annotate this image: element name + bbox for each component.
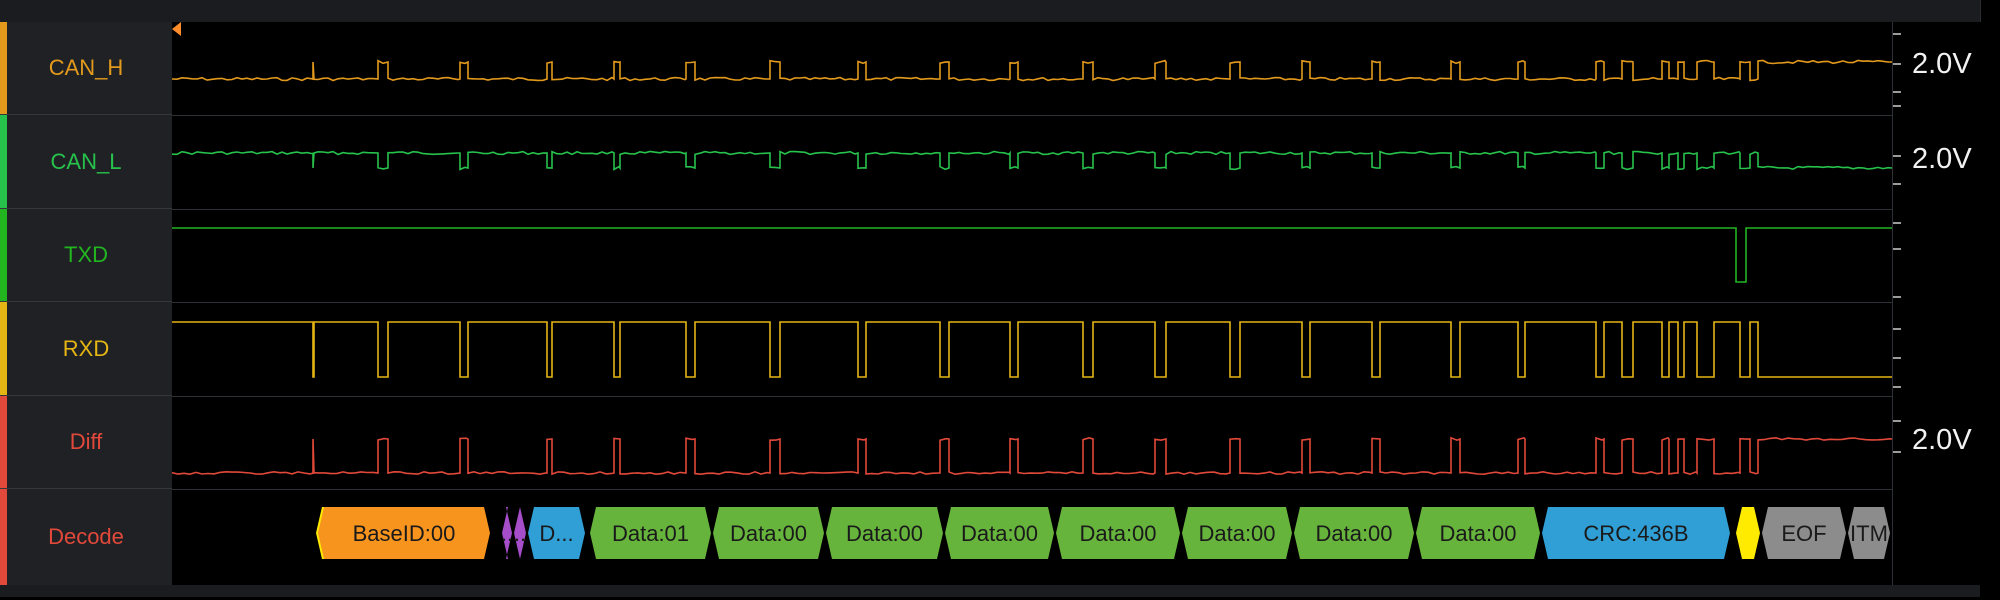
decode-segment-label: Data:01 [612,521,689,546]
diff-scale-label: 2.0V [1912,424,1972,456]
row-divider [172,396,1892,397]
row-divider [172,115,1892,116]
channel-color-stripe [0,22,7,114]
decode-frame-segment[interactable]: Data:00 [1056,507,1180,559]
waveform-plot[interactable]: BaseID:00.... D... Data:01 Data:00 Data:00 Da… [171,22,1893,585]
channel-label-rxd[interactable]: RXD [0,302,172,396]
channel-color-stripe [0,302,7,395]
decode-segment-label: Data:00 [961,521,1038,546]
channel-label-can-l[interactable]: CAN_L [0,115,172,209]
txd-waveform [172,227,1892,283]
channel-name: CAN_H [48,55,124,80]
channel-color-stripe [0,396,7,488]
decode-segment-label: CRC:436B [1583,521,1688,546]
decode-frame-segment[interactable]: Data:00 [826,507,943,559]
diff-trace [171,436,1893,476]
channel-name: RXD [62,335,110,361]
can-l-scale-label: 2.0V [1912,143,1972,175]
decode-segment-label: Data:00 [1315,521,1392,546]
channel-label-decode[interactable]: Decode [0,489,172,585]
decode-frame-segment[interactable]: D... [528,507,585,559]
can-l-trace [171,150,1893,171]
decode-segment-label: EOF [1781,521,1826,546]
rxd-waveform [172,321,1892,378]
decode-bus: BaseID:00.... D... Data:01 Data:00 Data:00 Da… [316,507,1890,559]
decode-segment-label: .. [514,521,526,546]
channel-color-stripe [0,489,7,585]
trigger-position-marker[interactable] [172,22,181,36]
decode-frame-segment[interactable]: Data:00 [713,507,824,559]
decode-frame-segment[interactable]: Data:00 [945,507,1054,559]
row-divider [172,209,1892,210]
row-divider [172,489,1892,490]
channel-label-diff[interactable]: Diff [0,396,172,489]
waveform-canvas[interactable]: BaseID:00.... D... Data:01 Data:00 Data:00 Da… [171,22,1893,585]
decode-frame-segment[interactable]: Data:01 [590,507,711,559]
decode-frame-segment[interactable]: ITM [1848,507,1890,559]
decode-frame-segment[interactable]: CRC:436B [1542,507,1730,559]
decode-segment-label: Data:00 [1198,521,1275,546]
decode-frame-segment[interactable]: Data:00 [1294,507,1414,559]
channel-color-stripe [0,209,7,301]
channel-label-column: CAN_H CAN_L TXD RXD Diff Decode [0,22,173,585]
channel-name: CAN_L [50,148,122,174]
can-h-waveform [171,59,1892,82]
channel-name: Decode [48,524,124,549]
bottom-frame [0,585,2000,600]
oscilloscope-view: CAN_H CAN_L TXD RXD Diff Decode BaseID:0… [0,0,2000,600]
decode-frame-segment[interactable] [1736,507,1760,559]
top-frame [0,0,2000,22]
channel-name: TXD [64,242,108,267]
channel-label-txd[interactable]: TXD [0,209,172,302]
txd-trace [172,227,1892,283]
scale-ticks [1893,33,1901,453]
decode-frame-segment[interactable]: BaseID:00 [318,507,490,559]
decode-segment-label: .. [501,521,513,546]
channel-area: CAN_H CAN_L TXD RXD Diff Decode BaseID:0… [0,22,2000,585]
channel-label-can-h[interactable]: CAN_H [0,22,172,115]
decode-segment-shape [1736,507,1760,559]
vertical-scale-column [1892,22,2000,585]
decode-frame-segment[interactable]: EOF [1762,507,1846,559]
decode-frame-segment[interactable]: Data:00 [1182,507,1292,559]
decode-segment-label: Data:00 [846,521,923,546]
decode-segment-label: D... [539,521,573,546]
decode-segment-label: ITM [1850,521,1888,546]
channel-name: Diff [69,429,103,454]
decode-frame-segment[interactable]: .. [514,507,526,559]
decode-frame-segment[interactable]: .. [501,507,513,559]
rxd-trace [172,321,1892,378]
decode-segment-label: Data:00 [1439,521,1516,546]
can-h-scale-label: 2.0V [1912,48,1972,80]
diff-waveform [171,436,1893,476]
can-l-waveform [171,150,1893,171]
decode-frame-segment[interactable]: Data:00 [1416,507,1540,559]
decode-segment-label: BaseID:00 [353,521,456,546]
decode-segment-label: Data:00 [1079,521,1156,546]
row-divider [172,302,1892,303]
can-h-trace [171,59,1892,82]
decode-segment-label: Data:00 [730,521,807,546]
channel-color-stripe [0,115,7,208]
